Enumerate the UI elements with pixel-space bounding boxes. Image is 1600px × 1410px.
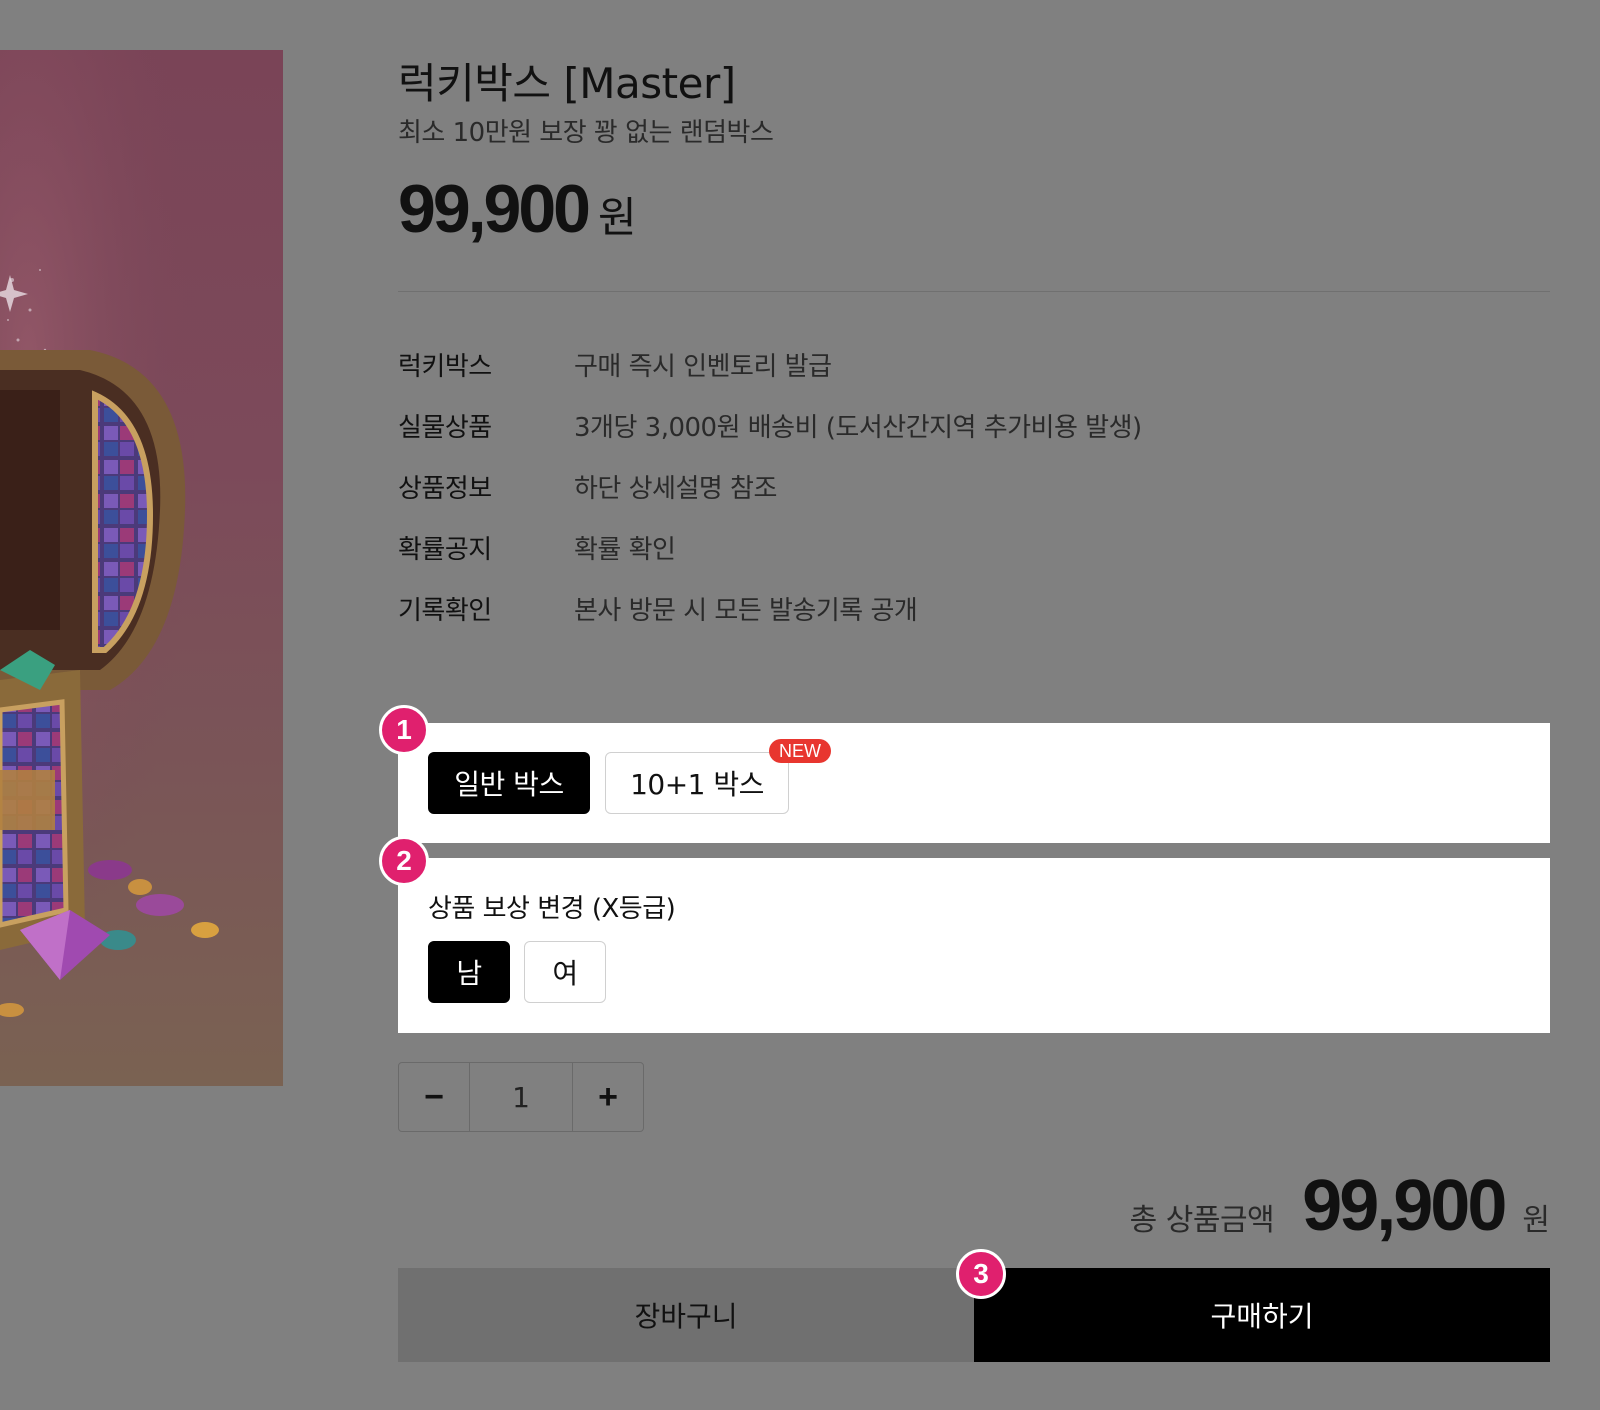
step-badge-1: 1: [379, 705, 429, 755]
info-row-product-info: 상품정보 하단 상세설명 참조: [398, 468, 777, 505]
product-title: 럭키박스 [Master]: [398, 59, 736, 108]
option-10plus1-box[interactable]: 10+1 박스: [605, 752, 789, 814]
info-label: 럭키박스: [398, 352, 492, 382]
reward-option-panel: 상품 보상 변경 (X등급) 남 여: [398, 858, 1550, 1033]
step-badge-2: 2: [379, 836, 429, 886]
info-row-physical: 실물상품 3개당 3,000원 배송비 (도서산간지역 추가비용 발생): [398, 407, 1142, 444]
quantity-stepper: − 1 +: [398, 1062, 644, 1132]
info-row-records: 기록확인 본사 방문 시 모든 발송기록 공개: [398, 590, 918, 627]
divider: [398, 291, 1550, 292]
info-label: 상품정보: [398, 474, 492, 504]
product-price: 99,900 원: [398, 170, 637, 248]
option-male[interactable]: 남: [428, 941, 510, 1003]
option-label: 10+1 박스: [630, 768, 764, 801]
product-subtitle: 최소 10만원 보장 꽝 없는 랜덤박스: [398, 118, 774, 148]
buy-button[interactable]: 구매하기: [974, 1268, 1550, 1362]
total-amount: 99,900: [1302, 1166, 1507, 1246]
product-image: [0, 50, 283, 1086]
price-unit: 원: [597, 193, 637, 242]
info-label: 기록확인: [398, 596, 492, 626]
option-normal-box[interactable]: 일반 박스: [428, 752, 590, 814]
info-value: 구매 즉시 인벤토리 발급: [574, 352, 832, 382]
info-value: 본사 방문 시 모든 발송기록 공개: [574, 596, 918, 626]
info-label: 실물상품: [398, 413, 492, 443]
total-unit: 원: [1522, 1203, 1550, 1238]
box-option-panel: 일반 박스 10+1 박스 NEW: [398, 723, 1550, 843]
quantity-value[interactable]: 1: [469, 1063, 573, 1131]
step-badge-3: 3: [956, 1249, 1006, 1299]
option-female[interactable]: 여: [524, 941, 606, 1003]
info-row-luckybox: 럭키박스 구매 즉시 인벤토리 발급: [398, 346, 832, 383]
new-badge: NEW: [769, 739, 831, 763]
cart-button[interactable]: 장바구니: [398, 1268, 974, 1362]
info-value: 하단 상세설명 참조: [574, 474, 777, 504]
decrease-button[interactable]: −: [399, 1063, 469, 1131]
info-row-probability: 확률공지 확률 확인: [398, 529, 676, 566]
reward-option-title: 상품 보상 변경 (X등급): [428, 894, 676, 924]
price-amount: 99,900: [398, 171, 591, 247]
probability-link[interactable]: 확률 확인: [574, 535, 676, 565]
info-label: 확률공지: [398, 535, 492, 565]
info-value: 3개당 3,000원 배송비 (도서산간지역 추가비용 발생): [574, 413, 1142, 443]
increase-button[interactable]: +: [573, 1063, 643, 1131]
treasure-chest-illustration: [0, 50, 283, 1086]
total-price: 총 상품금액 99,900 원: [1130, 1165, 1550, 1247]
total-label: 총 상품금액: [1129, 1203, 1275, 1238]
